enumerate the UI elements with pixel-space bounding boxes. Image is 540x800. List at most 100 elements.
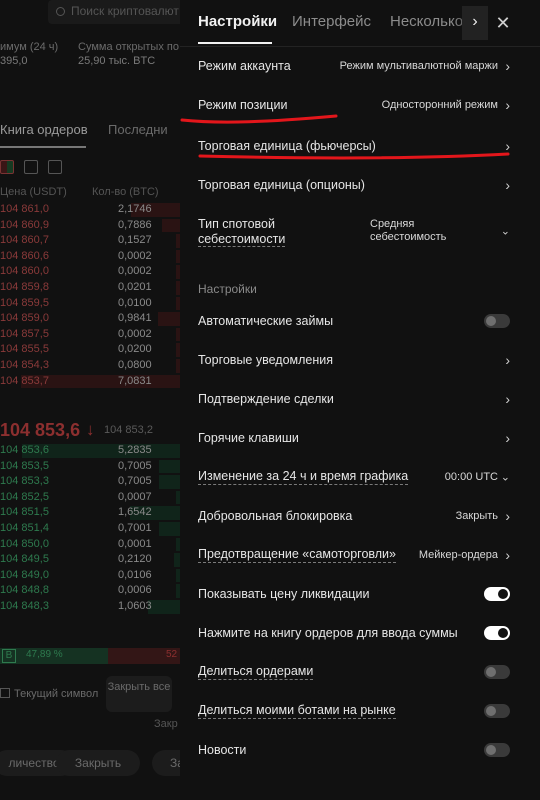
orderbook-row[interactable]: 104 849,0 0,0106 [0,568,180,584]
close-label: Закр [154,718,178,730]
orderbook-tabs: Книга ордеров Последни [0,120,180,148]
row-qty: 0,0002 [118,249,152,262]
row-qty: 0,0001 [118,537,152,550]
orderbook-row[interactable]: 104 854,3 0,0800 [0,358,180,374]
setting-row[interactable]: Делиться моими ботами на рынке [198,696,512,726]
setting-row[interactable]: Нажмите на книгу ордеров для ввода суммы [198,618,512,648]
orderbook-row[interactable]: 104 860,6 0,0002 [0,249,180,265]
toggle-switch[interactable] [484,743,510,757]
orderbook-row[interactable]: 104 851,4 0,7001 [0,521,180,537]
orderbook-row[interactable]: 104 850,0 0,0001 [0,537,180,553]
toggle-switch[interactable] [484,665,510,679]
setting-row[interactable]: Горячие клавиши › [198,423,512,453]
setting-value: Средняя себестоимость [370,218,447,243]
orderbook-row[interactable]: 104 860,9 0,7886 [0,218,180,234]
market-stats: имум (24 ч) 395,0 Сумма открытых по 25,9… [0,40,180,70]
orderbook-row[interactable]: 104 861,0 2,1746 [0,202,180,218]
background-trading-view: Поиск криптовалют имум (24 ч) 395,0 Сумм… [0,0,180,800]
chevron-right-icon[interactable]: › [462,6,488,40]
orderbook-row[interactable]: 104 852,5 0,0007 [0,490,180,506]
orderbook-row[interactable]: 104 853,5 0,7005 [0,459,180,475]
setting-trade-unit-options[interactable]: Торговая единица (опционы) › [198,170,512,200]
row-price: 104 855,5 [0,343,49,356]
orderbook-row[interactable]: 104 859,8 0,0201 [0,280,180,296]
setting-label: Добровольная блокировка [198,509,353,523]
setting-row[interactable]: Делиться ордерами [198,657,512,687]
chevron-right-icon: › [505,391,510,407]
orderbook-row[interactable]: 104 853,7 7,0831 [0,374,180,390]
depth-bar [159,459,180,474]
tab-settings[interactable]: Настройки [198,13,277,30]
search-input[interactable]: Поиск криптовалют [48,0,180,24]
tab-recent-trades[interactable]: Последни [108,122,168,137]
close-more-button[interactable]: За [152,750,180,776]
row-price: 104 852,5 [0,490,49,503]
arrow-down-icon: ↓ [86,420,95,439]
chevron-down-icon: ⌄ [500,471,510,484]
orderbook-row[interactable]: 104 855,5 0,0200 [0,342,180,358]
setting-row[interactable]: Добровольная блокировка Закрыть › [198,501,512,531]
setting-row[interactable]: Изменение за 24 ч и время графика 00:00 U… [198,462,512,492]
row-qty: 0,0106 [118,568,152,581]
row-price: 104 860,9 [0,218,49,231]
checkbox-icon [0,688,10,698]
orderbook-row[interactable]: 104 859,5 0,0100 [0,296,180,312]
orderbook-row[interactable]: 104 848,3 1,0603 [0,599,180,615]
close-button[interactable]: Закрыть [56,750,140,776]
setting-label: Режим позиции [198,98,288,112]
depth-bar [148,599,180,614]
setting-label: Подтверждение сделки [198,392,334,406]
tab-interface[interactable]: Интерфейс [292,13,371,30]
orderbook-row[interactable]: 104 860,7 0,1527 [0,233,180,249]
toggle-switch[interactable] [484,626,510,640]
view-bids-icon[interactable] [48,160,62,174]
close-icon[interactable]: ✕ [490,10,516,36]
toggle-switch[interactable] [484,314,510,328]
tab-orderbook[interactable]: Книга ордеров [0,122,88,137]
setting-position-mode[interactable]: Режим позиции Односторонний режим › [198,90,512,120]
view-asks-icon[interactable] [24,160,38,174]
setting-row[interactable]: Показывать цену ликвидации [198,579,512,609]
setting-row[interactable]: Подтверждение сделки › [198,384,512,414]
orderbook-row[interactable]: 104 859,0 0,9841 [0,311,180,327]
setting-label: Делиться моими ботами на рынке [198,703,396,719]
chevron-right-icon: › [505,430,510,446]
settings-panel: Настройки Интерфейс Несколько › ✕ Режим … [180,0,540,800]
last-price: 104 853,6 ↓ 104 853,2 [0,420,180,442]
row-qty: 2,1746 [118,203,152,215]
setting-value: Закрыть [455,510,498,522]
row-qty: 0,0800 [118,358,152,371]
orderbook-row[interactable]: 104 860,0 0,0002 [0,264,180,280]
toggle-switch[interactable] [484,587,510,601]
orderbook-row[interactable]: 104 853,6 5,2835 [0,443,180,459]
setting-row[interactable]: Торговые уведомления › [198,345,512,375]
toggle-switch[interactable] [484,704,510,718]
view-both-icon[interactable] [0,160,14,174]
setting-row[interactable]: Автоматические займы [198,306,512,336]
row-qty: 0,0002 [118,327,152,340]
setting-trade-unit-futures[interactable]: Торговая единица (фьючерсы) › [198,131,512,161]
asks-list: 104 861,0 2,1746 104 860,9 0,7886 104 860,7 0… [0,202,180,389]
ratio-sell: 52 [166,649,178,660]
orderbook-row[interactable]: 104 848,8 0,0006 [0,583,180,599]
setting-label: Изменение за 24 ч и время графика [198,469,409,485]
orderbook-row[interactable]: 104 851,5 1,6542 [0,505,180,521]
close-all-button[interactable]: Закрыть все [106,676,172,712]
last-price-value: 104 853,6 [0,420,81,440]
setting-account-mode[interactable]: Режим аккаунта Режим мультивалютной марж… [198,51,512,81]
chevron-right-icon: › [505,97,510,113]
setting-row[interactable]: Предотвращение «самоторговли» Мейкер-орде… [198,540,512,570]
orderbook-row[interactable]: 104 849,5 0,2120 [0,552,180,568]
setting-spot-cost-type[interactable]: Тип спотовой себестоимости Средняя себес… [198,214,512,248]
row-qty: 0,0200 [118,343,152,356]
current-symbol-checkbox[interactable]: Текущий символ [0,688,98,700]
bids-list: 104 853,6 5,2835 104 853,5 0,7005 104 853,3 0… [0,443,180,615]
orderbook-row[interactable]: 104 857,5 0,0002 [0,327,180,343]
setting-row[interactable]: Новости [198,735,512,765]
mark-price: 104 853,2 [104,424,153,436]
setting-value: Мейкер-ордера [418,549,498,561]
row-price: 104 857,5 [0,327,49,340]
row-price: 104 853,7 [0,374,49,387]
orderbook-row[interactable]: 104 853,3 0,7005 [0,474,180,490]
stat-open-interest: Сумма открытых по 25,90 тыс. BTC [78,41,179,67]
